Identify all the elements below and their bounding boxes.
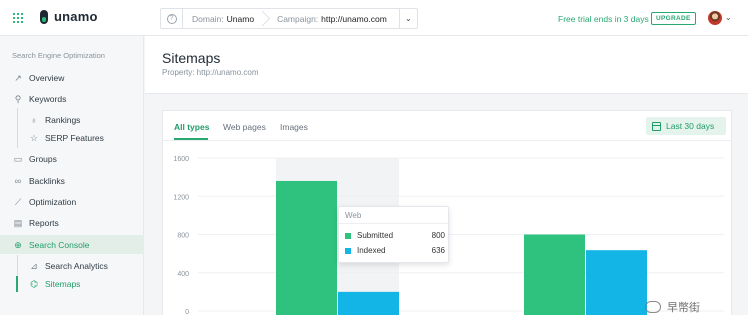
- sidebar-item-label: Backlinks: [29, 175, 65, 186]
- campaign-dropdown-icon[interactable]: ⌄: [398, 9, 417, 28]
- help-icon[interactable]: ?: [161, 9, 183, 28]
- report-icon: ▤: [13, 217, 23, 228]
- y-tick-label: 800: [177, 233, 189, 240]
- calendar-icon: [652, 121, 661, 131]
- chart-tooltip: Web Submitted 800 Indexed 636: [338, 206, 449, 263]
- domain-value: Unamo: [226, 13, 255, 24]
- indexed-swatch: [345, 247, 351, 254]
- folder-icon: ▭: [13, 153, 23, 164]
- search-console-icon: ⊕: [14, 239, 22, 250]
- top-bar: unamo ? Domain: Unamo Campaign: http://u…: [0, 0, 748, 36]
- y-tick-label: 400: [177, 271, 189, 278]
- sidebar-item-label: Overview: [29, 72, 65, 83]
- sidebar-item-label: Search Console: [29, 239, 90, 250]
- y-tick-label: 1600: [173, 156, 189, 163]
- link-icon: ∞: [14, 175, 22, 186]
- sidebar-item-serp-features[interactable]: ☆ SERP Features: [0, 128, 144, 147]
- tooltip-title: Web: [345, 211, 362, 220]
- campaign-key: Campaign:: [277, 13, 319, 24]
- page-title: Sitemaps: [162, 50, 221, 66]
- bar-submitted[interactable]: [524, 234, 585, 315]
- analytics-icon: ⊿: [30, 260, 38, 271]
- tooltip-label: Indexed: [357, 246, 386, 255]
- star-icon: ☆: [29, 132, 39, 143]
- bar-submitted[interactable]: [276, 180, 337, 315]
- campaign-value: http://unamo.com: [321, 13, 387, 24]
- tooltip-value: 800: [431, 231, 445, 240]
- logo[interactable]: unamo: [40, 9, 98, 24]
- sidebar-item-reports[interactable]: ▤ Reports: [0, 213, 144, 232]
- key-icon: ⚲: [14, 93, 22, 104]
- sitemap-icon: ⌬: [30, 278, 38, 289]
- avatar[interactable]: [708, 11, 722, 25]
- domain-selector[interactable]: Domain: Unamo: [183, 9, 264, 28]
- date-range-label: Last 30 days: [666, 121, 715, 131]
- sidebar-item-label: Optimization: [29, 196, 77, 207]
- app-grid-icon[interactable]: [13, 13, 23, 23]
- sidebar: Search Engine Optimization ↗ Overview ⚲ …: [0, 36, 144, 315]
- sidebar-item-search-console[interactable]: ⊕ Search Console: [0, 235, 144, 254]
- logo-mark-icon: [40, 9, 48, 24]
- account-chevron-down-icon[interactable]: ⌄: [725, 13, 732, 22]
- submitted-swatch: [345, 232, 351, 239]
- page-header: Sitemaps Property: http://unamo.com: [145, 36, 748, 94]
- tooltip-row-indexed: Indexed 636: [345, 245, 445, 256]
- tooltip-row-submitted: Submitted 800: [345, 230, 445, 241]
- watermark-text: 早幣街: [667, 302, 700, 314]
- sidebar-item-label: SERP Features: [45, 132, 104, 143]
- y-tick-label: 0: [185, 309, 189, 315]
- y-tick-label: 1200: [173, 194, 189, 201]
- sidebar-heading: Search Engine Optimization: [12, 51, 105, 60]
- sidebar-item-label: Rankings: [45, 114, 81, 125]
- property-label: Property: http://unamo.com: [162, 68, 259, 77]
- sidebar-item-backlinks[interactable]: ∞ Backlinks: [0, 171, 144, 190]
- date-range-button[interactable]: Last 30 days: [646, 117, 726, 135]
- trial-notice: Free trial ends in 3 days: [558, 14, 649, 24]
- watermark: 早幣街: [645, 299, 700, 315]
- sidebar-item-label: Keywords: [29, 93, 67, 104]
- sidebar-item-search-analytics[interactable]: ⊿ Search Analytics: [0, 256, 144, 275]
- filter-bar: ? Domain: Unamo Campaign: http://unamo.c…: [160, 8, 418, 29]
- sidebar-item-label: Search Analytics: [45, 260, 108, 271]
- sidebar-item-label: Sitemaps: [45, 278, 81, 289]
- sidebar-item-rankings[interactable]: ♁ Rankings: [0, 110, 144, 129]
- campaign-selector[interactable]: Campaign: http://unamo.com: [264, 9, 399, 28]
- logo-text: unamo: [54, 9, 98, 24]
- tooltip-label: Submitted: [357, 231, 394, 240]
- sidebar-item-optimization[interactable]: ⟋ Optimization: [0, 192, 144, 211]
- bar-indexed[interactable]: [586, 250, 647, 315]
- wechat-icon: [645, 301, 661, 313]
- sidebar-item-keywords[interactable]: ⚲ Keywords: [0, 89, 144, 108]
- trend-icon: ⟋: [14, 196, 22, 207]
- sidebar-item-label: Groups: [29, 153, 57, 164]
- sidebar-item-sitemaps[interactable]: ⌬ Sitemaps: [0, 274, 144, 293]
- tooltip-value: 636: [431, 246, 445, 255]
- upgrade-button[interactable]: UPGRADE: [651, 12, 696, 25]
- sidebar-item-groups[interactable]: ▭ Groups: [0, 149, 144, 168]
- sidebar-item-overview[interactable]: ↗ Overview: [0, 68, 144, 87]
- trophy-icon: ♁: [30, 114, 38, 125]
- domain-key: Domain:: [192, 13, 224, 24]
- tab-all-types[interactable]: All types: [174, 122, 209, 132]
- tab-web-pages[interactable]: Web pages: [223, 122, 266, 132]
- tab-images[interactable]: Images: [280, 122, 308, 132]
- sidebar-item-label: Reports: [29, 217, 59, 228]
- tooltip-divider: [339, 223, 448, 224]
- chart-line-icon: ↗: [14, 72, 22, 83]
- bar-indexed[interactable]: [338, 291, 399, 315]
